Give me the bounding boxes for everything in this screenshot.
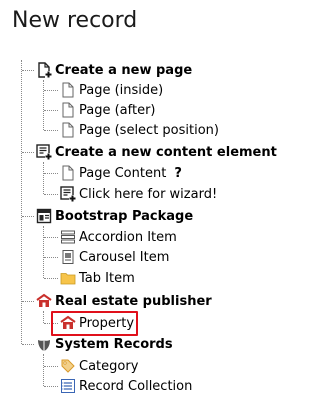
new-content-element-icon xyxy=(36,144,52,160)
group-label: Bootstrap Package xyxy=(55,208,194,224)
page-icon xyxy=(60,102,76,118)
subtree-line xyxy=(43,226,44,278)
system-records-icon xyxy=(36,336,52,352)
tree-branch-line xyxy=(44,194,58,195)
page-icon xyxy=(60,165,76,181)
subtree-line xyxy=(43,162,44,194)
help-button[interactable]: ? xyxy=(174,166,182,181)
group-label: Real estate publisher xyxy=(55,293,212,309)
tree-branch-line xyxy=(22,152,34,153)
wizard-icon xyxy=(60,186,76,202)
item-label: Page (inside) xyxy=(79,82,164,98)
new-record-link-accordion-item[interactable]: Accordion Item xyxy=(60,227,177,247)
tree-branch-line xyxy=(44,278,58,279)
tree-branch-line xyxy=(44,386,58,387)
group-real-estate-publisher: Real estate publisher xyxy=(36,291,212,311)
new-record-link-record-collection[interactable]: Record Collection xyxy=(60,376,192,396)
subtree-line xyxy=(43,354,44,386)
tree-branch-line xyxy=(44,257,58,258)
highlight-box xyxy=(51,311,138,336)
item-label: Accordion Item xyxy=(79,229,177,245)
tree-branch-line xyxy=(22,70,34,71)
item-label: Record Collection xyxy=(79,378,193,394)
new-record-link-page-inside[interactable]: Page (inside) xyxy=(60,80,163,100)
new-record-link-page-content[interactable]: Page Content ? xyxy=(60,163,182,183)
tree-branch-line xyxy=(44,90,58,91)
tree-branch-line xyxy=(44,173,58,174)
item-label: Page Content xyxy=(79,165,167,181)
new-record-link-page-after[interactable]: Page (after) xyxy=(60,100,156,120)
group-create-new-page: Create a new page xyxy=(36,60,192,80)
page-icon xyxy=(60,82,76,98)
subtree-line xyxy=(43,311,44,323)
group-label: Create a new page xyxy=(55,62,193,78)
folder-icon xyxy=(60,270,76,286)
real-estate-publisher-icon xyxy=(36,293,52,309)
new-record-link-tab-item[interactable]: Tab Item xyxy=(60,268,135,288)
new-record-link-page-select-position[interactable]: Page (select position) xyxy=(60,120,219,140)
accordion-icon xyxy=(60,229,76,245)
tree-branch-line xyxy=(44,366,58,367)
item-label: Tab Item xyxy=(79,270,135,286)
tree-branch-line xyxy=(22,216,34,217)
record-collection-icon xyxy=(60,378,76,394)
carousel-icon xyxy=(60,249,76,265)
item-label: Page (select position) xyxy=(79,122,219,138)
new-record-link-wizard[interactable]: Click here for wizard! xyxy=(60,184,217,204)
group-bootstrap-package: Bootstrap Package xyxy=(36,206,193,226)
group-system-records: System Records xyxy=(36,334,173,354)
page-icon xyxy=(60,122,76,138)
category-icon xyxy=(60,358,76,374)
tree-branch-line xyxy=(44,237,58,238)
tree-branch-line xyxy=(44,110,58,111)
subtree-line xyxy=(43,80,44,130)
new-record-link-category[interactable]: Category xyxy=(60,356,138,376)
group-label: Create a new content element xyxy=(55,144,277,160)
new-record-tree: Create a new page Page (inside) Page (af… xyxy=(0,0,277,400)
tree-branch-line xyxy=(22,344,34,345)
item-label: Category xyxy=(79,358,139,374)
group-label: System Records xyxy=(55,336,173,352)
group-create-content-element: Create a new content element xyxy=(36,142,277,162)
tree-branch-line xyxy=(22,301,34,302)
item-label: Page (after) xyxy=(79,102,156,118)
tree-branch-line xyxy=(44,130,58,131)
new-record-link-carousel-item[interactable]: Carousel Item xyxy=(60,247,169,267)
new-page-icon xyxy=(36,62,52,78)
item-label: Carousel Item xyxy=(79,249,170,265)
bootstrap-package-icon xyxy=(36,208,52,224)
item-label: Click here for wizard! xyxy=(79,186,218,202)
